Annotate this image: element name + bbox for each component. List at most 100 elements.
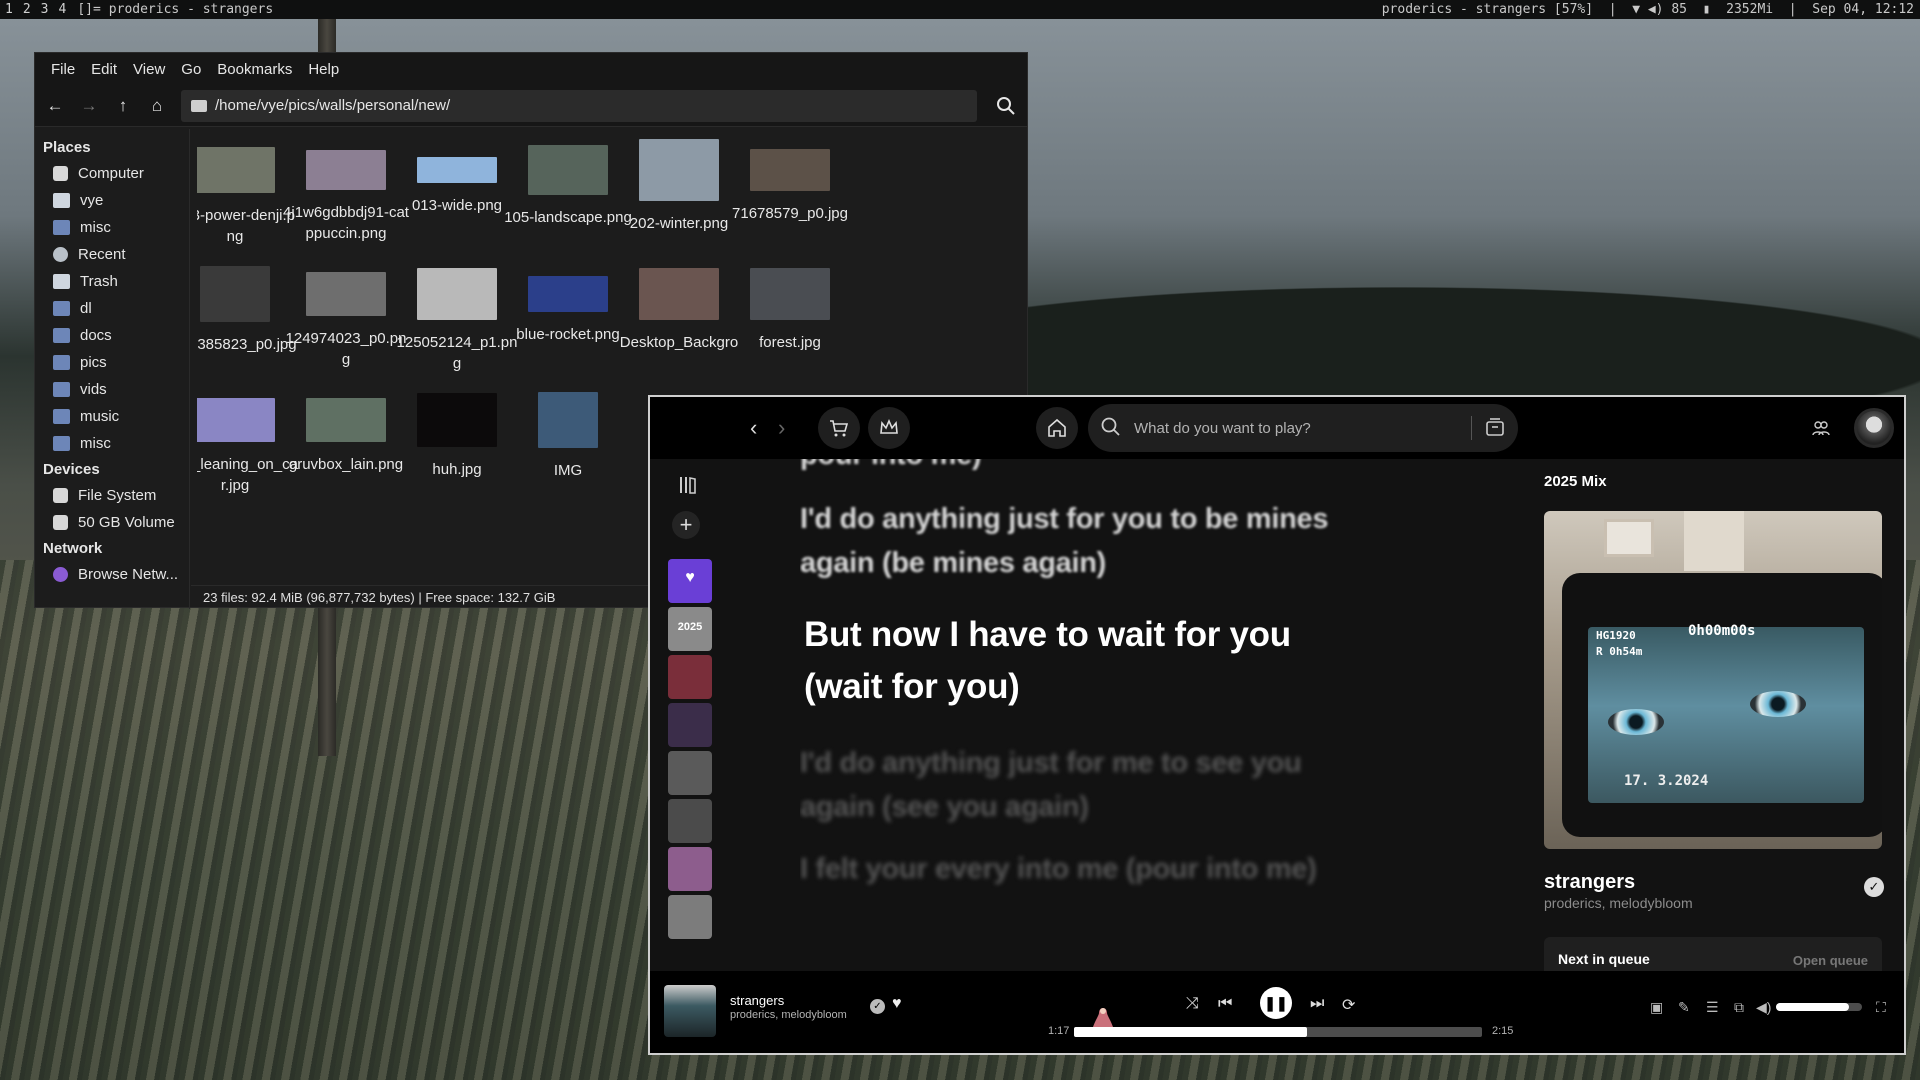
sidebar-item-recent[interactable]: Recent [35, 241, 189, 268]
lyric-line[interactable]: pour into me) [800, 459, 982, 477]
search-icon[interactable] [995, 95, 1017, 117]
volume-icon[interactable]: ◀) [1756, 999, 1771, 1016]
browse-icon[interactable] [1484, 416, 1506, 438]
fullscreen-icon[interactable]: ⛶ [1876, 999, 1886, 1016]
shuffle-icon[interactable]: ⤨ [1186, 995, 1199, 1013]
sidebar-item-volume[interactable]: 50 GB Volume [35, 509, 189, 536]
open-queue-link[interactable]: Open queue [1793, 953, 1868, 968]
now-playing-view-icon[interactable]: ▣ [1650, 999, 1663, 1016]
premium-button[interactable] [868, 407, 910, 449]
back-chevron-icon[interactable]: ‹ [750, 415, 757, 441]
playlist-thumbnail[interactable]: ♥ [668, 559, 712, 603]
menu-help[interactable]: Help [300, 61, 347, 78]
workspace-1[interactable]: 1 [0, 2, 18, 17]
sidebar-item-music[interactable]: music [35, 403, 189, 430]
pause-button[interactable]: ❚❚ [1260, 987, 1292, 1019]
up-arrow-icon[interactable]: ↑ [113, 96, 133, 116]
now-playing-title[interactable]: strangers [730, 993, 784, 1008]
workspace-2[interactable]: 2 [18, 2, 36, 17]
file-item[interactable]: IMG [500, 389, 636, 481]
previous-icon[interactable]: ⏮ [1218, 995, 1232, 1013]
sidebar-item-misc2[interactable]: misc [35, 430, 189, 457]
menu-view[interactable]: View [125, 61, 173, 78]
back-arrow-icon[interactable]: ← [45, 96, 65, 116]
file-name: IMG [553, 462, 583, 479]
progress-bar[interactable] [1074, 1027, 1482, 1037]
forward-chevron-icon[interactable]: › [778, 415, 785, 441]
sidebar-item-label: Browse Netw... [78, 566, 179, 583]
clock-icon [53, 247, 68, 262]
lyric-line-next[interactable]: I'd do anything just for me to see you a… [800, 741, 1380, 829]
menu-edit[interactable]: Edit [83, 61, 125, 78]
now-playing-art[interactable] [664, 985, 716, 1037]
file-item[interactable]: 71678579_p0.jpg [722, 139, 858, 224]
sidebar-item-filesystem[interactable]: File System [35, 482, 189, 509]
heart-icon[interactable]: ♥ [892, 995, 902, 1013]
connect-device-icon[interactable]: ⧉ [1734, 999, 1744, 1016]
sidebar-item-vids[interactable]: vids [35, 376, 189, 403]
cover-res: HG1920 [1596, 629, 1636, 642]
lyric-line-previous[interactable]: I'd do anything just for you to be mines… [800, 497, 1380, 585]
library-icon[interactable] [678, 475, 698, 495]
cover-rec: 0h00m00s [1688, 623, 1756, 639]
home-icon[interactable]: ⌂ [147, 96, 167, 116]
forward-arrow-icon[interactable]: → [79, 96, 99, 116]
playlist-thumbnail[interactable] [668, 751, 712, 795]
cart-button[interactable] [818, 407, 860, 449]
pictures-folder-icon [53, 355, 70, 370]
separator: | [1593, 2, 1633, 17]
home-button[interactable] [1036, 407, 1078, 449]
sidebar-item-misc[interactable]: misc [35, 214, 189, 241]
now-playing-artist[interactable]: proderics, melodybloom [730, 1009, 847, 1021]
file-item[interactable]: forest.jpg [722, 263, 858, 353]
track-artists[interactable]: proderics, melodybloom [1544, 895, 1693, 911]
playlist-thumbnail[interactable] [668, 703, 712, 747]
sidebar-item-home[interactable]: vye [35, 187, 189, 214]
workspace-4[interactable]: 4 [53, 2, 71, 17]
layout-indicator[interactable]: []= [71, 2, 106, 17]
file-thumbnail [306, 272, 386, 316]
volume-fill [1776, 1003, 1850, 1011]
sidebar-item-docs[interactable]: docs [35, 322, 189, 349]
search-icon [1101, 417, 1120, 436]
playlist-thumbnail[interactable] [668, 655, 712, 699]
status-bar: 1 2 3 4 []= proderics - strangers proder… [0, 0, 1920, 19]
file-thumbnail [306, 150, 386, 190]
path-bar[interactable]: /home/vye/pics/walls/personal/new/ [181, 89, 977, 122]
menu-file[interactable]: File [43, 61, 83, 78]
workspace-3[interactable]: 3 [36, 2, 54, 17]
menu-bookmarks[interactable]: Bookmarks [209, 61, 300, 78]
track-title[interactable]: strangers [1544, 871, 1635, 894]
next-icon[interactable]: ⏭ [1310, 995, 1324, 1013]
playlist-thumbnail[interactable] [668, 895, 712, 939]
sidebar-item-network[interactable]: Browse Netw... [35, 561, 189, 588]
lyrics-icon[interactable]: ✎ [1678, 999, 1690, 1016]
player-bar: strangers proderics, melodybloom ✓ ♥ ⤨ ⏮… [650, 971, 1904, 1053]
memory-usage: 2352Mi [1726, 2, 1774, 17]
sidebar-item-pics[interactable]: pics [35, 349, 189, 376]
sidebar-item-label: Recent [78, 246, 126, 263]
queue-icon[interactable]: ☰ [1706, 999, 1719, 1016]
avatar[interactable] [1854, 408, 1894, 448]
playlist-title[interactable]: 2025 Mix [1544, 473, 1607, 490]
volume-slider[interactable] [1776, 1003, 1862, 1011]
friend-activity-icon[interactable] [1812, 419, 1830, 437]
sidebar-item-computer[interactable]: Computer [35, 160, 189, 187]
sidebar-item-dl[interactable]: dl [35, 295, 189, 322]
saved-check-icon[interactable]: ✓ [1864, 877, 1884, 897]
search-input[interactable]: What do you want to play? [1088, 404, 1518, 452]
now-playing-panel: 2025 Mix HG1920 R 0h54m 0h00m00s 17. 3.2… [1544, 459, 1904, 977]
music-folder-icon [53, 409, 70, 424]
playlist-thumbnail[interactable]: 2025 [668, 607, 712, 651]
playlist-thumbnail[interactable] [668, 799, 712, 843]
home-icon [53, 193, 70, 208]
lyric-line[interactable]: I felt your every into me (pour into me) [800, 847, 1317, 891]
sidebar-item-trash[interactable]: Trash [35, 268, 189, 295]
saved-check-icon[interactable]: ✓ [870, 999, 885, 1014]
menu-go[interactable]: Go [173, 61, 209, 78]
create-playlist-button[interactable]: + [672, 511, 700, 539]
lyric-line-current[interactable]: But now I have to wait for you (wait for… [804, 609, 1364, 713]
playlist-thumbnail[interactable] [668, 847, 712, 891]
repeat-icon[interactable]: ⟳ [1342, 995, 1355, 1015]
status-right: proderics - strangers [57%] | ▼ ◀) 85 ▮ … [1382, 0, 1914, 19]
